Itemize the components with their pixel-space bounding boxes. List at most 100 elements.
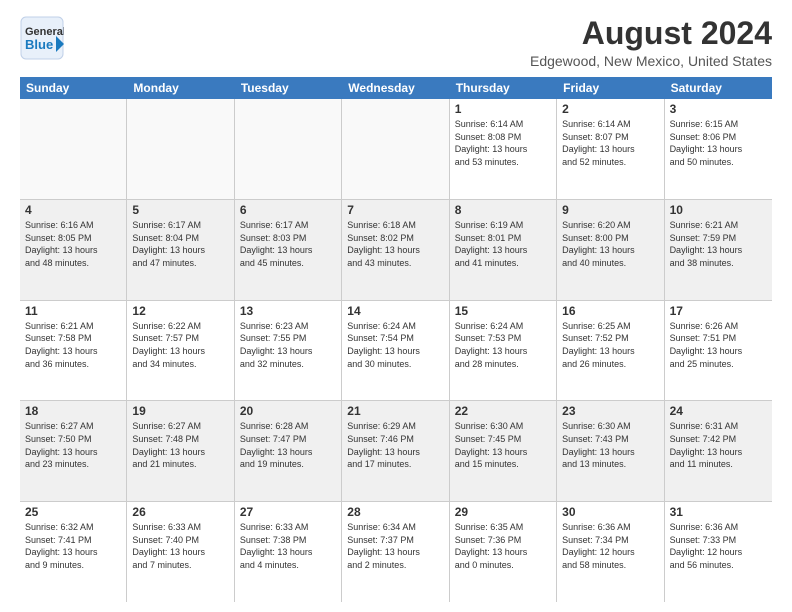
day-number: 2 — [562, 102, 658, 116]
cal-cell-0-5: 2 Sunrise: 6:14 AM Sunset: 8:07 PM Daylig… — [557, 99, 664, 199]
title-block: August 2024 Edgewood, New Mexico, United… — [530, 16, 772, 69]
day-info: Sunrise: 6:24 AM Sunset: 7:54 PM Dayligh… — [347, 320, 443, 370]
day-info: Sunrise: 6:20 AM Sunset: 8:00 PM Dayligh… — [562, 219, 658, 269]
day-info: Sunrise: 6:33 AM Sunset: 7:38 PM Dayligh… — [240, 521, 336, 571]
cal-cell-4-4: 29Sunrise: 6:35 AM Sunset: 7:36 PM Dayli… — [450, 502, 557, 602]
header-saturday: Saturday — [665, 77, 772, 99]
day-info: Sunrise: 6:36 AM Sunset: 7:34 PM Dayligh… — [562, 521, 658, 571]
cal-cell-1-2: 6Sunrise: 6:17 AM Sunset: 8:03 PM Daylig… — [235, 200, 342, 300]
week-row-1: 1 Sunrise: 6:14 AM Sunset: 8:08 PM Daylig… — [20, 99, 772, 200]
calendar: Sunday Monday Tuesday Wednesday Thursday… — [20, 77, 772, 602]
cal-cell-2-6: 17Sunrise: 6:26 AM Sunset: 7:51 PM Dayli… — [665, 301, 772, 401]
day-number: 21 — [347, 404, 443, 418]
calendar-body: 1 Sunrise: 6:14 AM Sunset: 8:08 PM Daylig… — [20, 99, 772, 602]
cal-cell-3-0: 18 Sunrise: 6:27 AM Sunset: 7:50 PM Dayli… — [20, 401, 127, 501]
week-row-3: 11Sunrise: 6:21 AM Sunset: 7:58 PM Dayli… — [20, 301, 772, 402]
day-info: Sunrise: 6:25 AM Sunset: 7:52 PM Dayligh… — [562, 320, 658, 370]
cal-cell-0-3 — [342, 99, 449, 199]
day-number: 7 — [347, 203, 443, 217]
cal-cell-3-1: 19Sunrise: 6:27 AM Sunset: 7:48 PM Dayli… — [127, 401, 234, 501]
day-number: 15 — [455, 304, 551, 318]
day-number: 20 — [240, 404, 336, 418]
day-number: 1 — [455, 102, 551, 116]
cal-cell-2-3: 14 Sunrise: 6:24 AM Sunset: 7:54 PM Dayli… — [342, 301, 449, 401]
day-info: Sunrise: 6:17 AM Sunset: 8:03 PM Dayligh… — [240, 219, 336, 269]
day-info: Sunrise: 6:21 AM Sunset: 7:59 PM Dayligh… — [670, 219, 767, 269]
day-number: 19 — [132, 404, 228, 418]
cal-cell-1-3: 7 Sunrise: 6:18 AM Sunset: 8:02 PM Daylig… — [342, 200, 449, 300]
cal-cell-4-0: 25Sunrise: 6:32 AM Sunset: 7:41 PM Dayli… — [20, 502, 127, 602]
cal-cell-4-6: 31 Sunrise: 6:36 AM Sunset: 7:33 PM Dayli… — [665, 502, 772, 602]
cal-cell-2-2: 13Sunrise: 6:23 AM Sunset: 7:55 PM Dayli… — [235, 301, 342, 401]
week-row-5: 25Sunrise: 6:32 AM Sunset: 7:41 PM Dayli… — [20, 502, 772, 602]
cal-cell-0-2 — [235, 99, 342, 199]
cal-cell-0-0 — [20, 99, 127, 199]
day-number: 24 — [670, 404, 767, 418]
day-number: 18 — [25, 404, 121, 418]
location: Edgewood, New Mexico, United States — [530, 53, 772, 69]
month-year: August 2024 — [530, 16, 772, 51]
cal-cell-0-1 — [127, 99, 234, 199]
day-info: Sunrise: 6:19 AM Sunset: 8:01 PM Dayligh… — [455, 219, 551, 269]
cal-cell-2-4: 15 Sunrise: 6:24 AM Sunset: 7:53 PM Dayli… — [450, 301, 557, 401]
header-thursday: Thursday — [450, 77, 557, 99]
day-info: Sunrise: 6:14 AM Sunset: 8:08 PM Dayligh… — [455, 118, 551, 168]
day-number: 5 — [132, 203, 228, 217]
day-info: Sunrise: 6:31 AM Sunset: 7:42 PM Dayligh… — [670, 420, 767, 470]
day-info: Sunrise: 6:26 AM Sunset: 7:51 PM Dayligh… — [670, 320, 767, 370]
cal-cell-3-3: 21 Sunrise: 6:29 AM Sunset: 7:46 PM Dayli… — [342, 401, 449, 501]
day-number: 9 — [562, 203, 658, 217]
day-info: Sunrise: 6:14 AM Sunset: 8:07 PM Dayligh… — [562, 118, 658, 168]
day-info: Sunrise: 6:30 AM Sunset: 7:45 PM Dayligh… — [455, 420, 551, 470]
cal-cell-4-5: 30 Sunrise: 6:36 AM Sunset: 7:34 PM Dayli… — [557, 502, 664, 602]
cal-cell-4-1: 26 Sunrise: 6:33 AM Sunset: 7:40 PM Dayli… — [127, 502, 234, 602]
day-number: 8 — [455, 203, 551, 217]
day-info: Sunrise: 6:21 AM Sunset: 7:58 PM Dayligh… — [25, 320, 121, 370]
day-info: Sunrise: 6:30 AM Sunset: 7:43 PM Dayligh… — [562, 420, 658, 470]
page: General Blue August 2024 Edgewood, New M… — [0, 0, 792, 612]
day-number: 14 — [347, 304, 443, 318]
day-info: Sunrise: 6:23 AM Sunset: 7:55 PM Dayligh… — [240, 320, 336, 370]
cal-cell-4-2: 27 Sunrise: 6:33 AM Sunset: 7:38 PM Dayli… — [235, 502, 342, 602]
day-info: Sunrise: 6:24 AM Sunset: 7:53 PM Dayligh… — [455, 320, 551, 370]
day-number: 12 — [132, 304, 228, 318]
day-info: Sunrise: 6:36 AM Sunset: 7:33 PM Dayligh… — [670, 521, 767, 571]
day-info: Sunrise: 6:18 AM Sunset: 8:02 PM Dayligh… — [347, 219, 443, 269]
day-info: Sunrise: 6:22 AM Sunset: 7:57 PM Dayligh… — [132, 320, 228, 370]
day-number: 27 — [240, 505, 336, 519]
cal-cell-3-4: 22Sunrise: 6:30 AM Sunset: 7:45 PM Dayli… — [450, 401, 557, 501]
svg-text:Blue: Blue — [25, 37, 53, 52]
cal-cell-4-3: 28 Sunrise: 6:34 AM Sunset: 7:37 PM Dayli… — [342, 502, 449, 602]
cal-cell-3-5: 23Sunrise: 6:30 AM Sunset: 7:43 PM Dayli… — [557, 401, 664, 501]
cal-cell-1-5: 9 Sunrise: 6:20 AM Sunset: 8:00 PM Daylig… — [557, 200, 664, 300]
cal-cell-1-0: 4Sunrise: 6:16 AM Sunset: 8:05 PM Daylig… — [20, 200, 127, 300]
day-number: 3 — [670, 102, 767, 116]
day-info: Sunrise: 6:33 AM Sunset: 7:40 PM Dayligh… — [132, 521, 228, 571]
week-row-2: 4Sunrise: 6:16 AM Sunset: 8:05 PM Daylig… — [20, 200, 772, 301]
day-info: Sunrise: 6:16 AM Sunset: 8:05 PM Dayligh… — [25, 219, 121, 269]
cal-cell-3-6: 24 Sunrise: 6:31 AM Sunset: 7:42 PM Dayli… — [665, 401, 772, 501]
cal-cell-0-4: 1 Sunrise: 6:14 AM Sunset: 8:08 PM Daylig… — [450, 99, 557, 199]
logo: General Blue — [20, 16, 64, 60]
day-info: Sunrise: 6:34 AM Sunset: 7:37 PM Dayligh… — [347, 521, 443, 571]
day-info: Sunrise: 6:28 AM Sunset: 7:47 PM Dayligh… — [240, 420, 336, 470]
day-number: 25 — [25, 505, 121, 519]
day-number: 10 — [670, 203, 767, 217]
cal-cell-2-5: 16Sunrise: 6:25 AM Sunset: 7:52 PM Dayli… — [557, 301, 664, 401]
header-sunday: Sunday — [20, 77, 127, 99]
cal-cell-2-0: 11Sunrise: 6:21 AM Sunset: 7:58 PM Dayli… — [20, 301, 127, 401]
day-number: 30 — [562, 505, 658, 519]
day-info: Sunrise: 6:27 AM Sunset: 7:50 PM Dayligh… — [25, 420, 121, 470]
cal-cell-1-1: 5 Sunrise: 6:17 AM Sunset: 8:04 PM Daylig… — [127, 200, 234, 300]
day-info: Sunrise: 6:17 AM Sunset: 8:04 PM Dayligh… — [132, 219, 228, 269]
day-number: 31 — [670, 505, 767, 519]
cal-cell-2-1: 12 Sunrise: 6:22 AM Sunset: 7:57 PM Dayli… — [127, 301, 234, 401]
header-friday: Friday — [557, 77, 664, 99]
day-number: 28 — [347, 505, 443, 519]
header: General Blue August 2024 Edgewood, New M… — [20, 16, 772, 69]
calendar-header: Sunday Monday Tuesday Wednesday Thursday… — [20, 77, 772, 99]
cal-cell-1-6: 10 Sunrise: 6:21 AM Sunset: 7:59 PM Dayli… — [665, 200, 772, 300]
day-info: Sunrise: 6:29 AM Sunset: 7:46 PM Dayligh… — [347, 420, 443, 470]
day-number: 26 — [132, 505, 228, 519]
cal-cell-3-2: 20 Sunrise: 6:28 AM Sunset: 7:47 PM Dayli… — [235, 401, 342, 501]
